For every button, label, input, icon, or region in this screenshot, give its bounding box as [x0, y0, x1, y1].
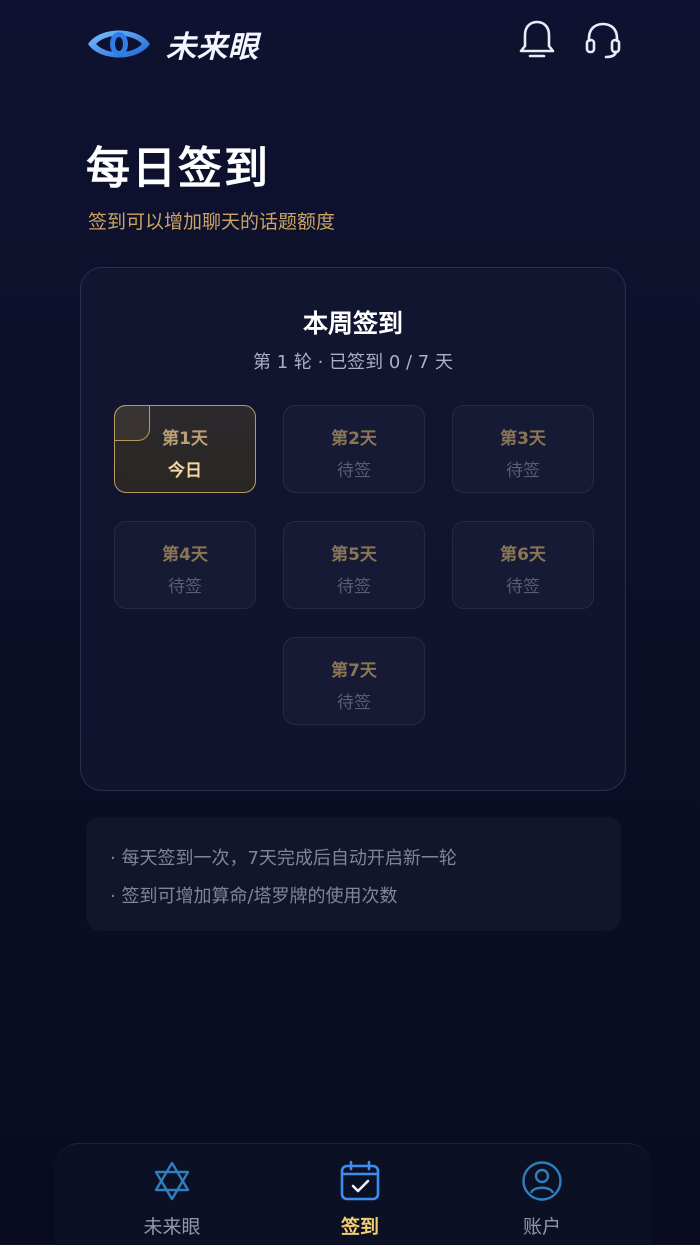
- day-label: 第7天: [331, 661, 377, 681]
- day-label: 第2天: [331, 429, 377, 449]
- day-status: 今日: [168, 461, 202, 481]
- tab-account[interactable]: 账户: [472, 1160, 612, 1239]
- day-5-tile[interactable]: 第5天 待签: [283, 521, 425, 609]
- day-label: 第6天: [500, 545, 546, 565]
- day-2-tile[interactable]: 第2天 待签: [283, 405, 425, 493]
- day-status: 待签: [506, 461, 540, 481]
- day-label: 第1天: [162, 429, 208, 449]
- day-6-tile[interactable]: 第6天 待签: [452, 521, 594, 609]
- star-of-david-icon: [151, 1160, 193, 1202]
- checkin-progress-text: 第 1 轮 · 已签到 0 / 7 天: [253, 352, 453, 373]
- calendar-check-icon: [339, 1160, 381, 1202]
- day-status: 待签: [337, 461, 371, 481]
- day-4-tile[interactable]: 第4天 待签: [114, 521, 256, 609]
- tab-checkin[interactable]: 签到: [290, 1160, 430, 1239]
- brand-logo[interactable]: 未来眼: [86, 22, 259, 66]
- bottom-tab-bar: 未来眼 签到 账户: [55, 1143, 652, 1245]
- day-7-tile[interactable]: 第7天 待签: [283, 637, 425, 725]
- day-3-tile[interactable]: 第3天 待签: [452, 405, 594, 493]
- checkin-rules-panel: · 每天签到一次，7天完成后自动开启新一轮 · 签到可增加算命/塔罗牌的使用次数: [86, 817, 621, 931]
- headset-icon: [585, 22, 621, 59]
- page-title: 每日签到: [86, 143, 270, 194]
- user-icon: [521, 1160, 563, 1202]
- rule-text: · 每天签到一次，7天完成后自动开启新一轮: [110, 848, 457, 869]
- page-subtitle: 签到可以增加聊天的话题额度: [88, 211, 336, 233]
- brand-name: 未来眼: [166, 30, 259, 65]
- day-1-tile[interactable]: 第1天 今日: [114, 405, 256, 493]
- day-status: 待签: [168, 577, 202, 597]
- notification-button[interactable]: [517, 18, 557, 62]
- day-label: 第3天: [500, 429, 546, 449]
- day-status: 待签: [506, 577, 540, 597]
- eye-logo-icon: [88, 30, 150, 58]
- day-status: 待签: [337, 693, 371, 713]
- tab-label: 账户: [522, 1216, 561, 1238]
- bell-icon: [519, 20, 555, 58]
- tab-label: 未来眼: [143, 1216, 201, 1238]
- tab-future-eye[interactable]: 未来眼: [102, 1160, 242, 1239]
- day-status: 待签: [337, 577, 371, 597]
- checkin-card-title: 本周签到: [302, 309, 403, 338]
- day-label: 第4天: [162, 545, 208, 565]
- day-label: 第5天: [331, 545, 377, 565]
- rule-text: · 签到可增加算命/塔罗牌的使用次数: [110, 886, 398, 907]
- tab-label: 签到: [340, 1216, 379, 1238]
- top-bar: 未来眼: [0, 0, 700, 84]
- weekly-checkin-card: 本周签到 第 1 轮 · 已签到 0 / 7 天 第1天 今日 第2天 待签 第…: [80, 267, 626, 791]
- customer-service-button[interactable]: [583, 18, 623, 62]
